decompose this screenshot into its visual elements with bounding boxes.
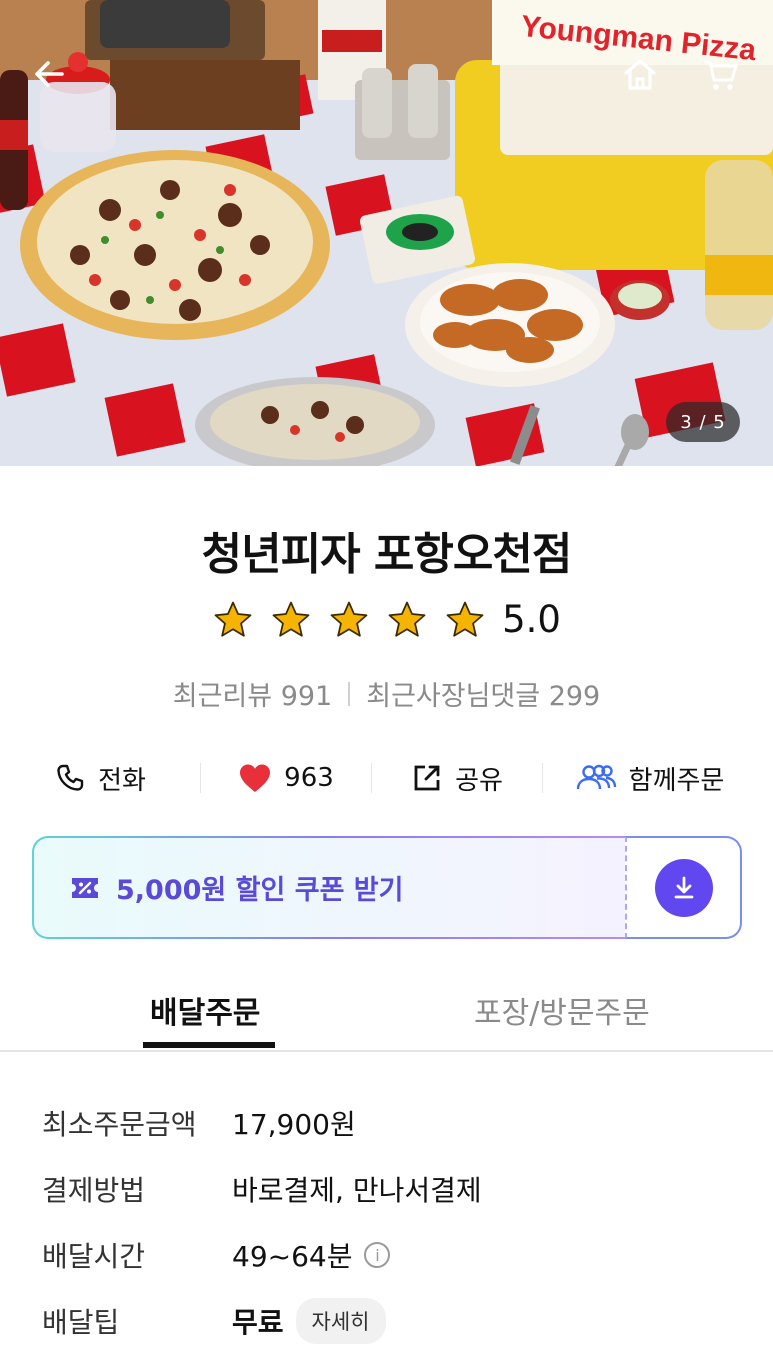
star-icon (214, 601, 252, 637)
tip-value: 무료 (232, 1306, 284, 1339)
action-bar: 전화 963 공유 함께주문 (0, 752, 773, 804)
star-rating (212, 599, 486, 641)
store-name: 청년피자 포항오천점 (201, 529, 573, 580)
cart-button[interactable] (693, 46, 749, 102)
min-order-label: 최소주문금액 (42, 1108, 197, 1141)
coupon-ticket-icon (72, 877, 98, 898)
min-order-value: 17,900원 (232, 1108, 356, 1141)
share-label: 공유 (455, 765, 503, 796)
delivery-time-label: 배달시간 (42, 1240, 146, 1273)
delivery-info: 최소주문금액 17,900원 결제방법 바로결제, 만나서결제 배달시간 49~… (42, 1090, 742, 1354)
tab-delivery[interactable]: 배달주문 (0, 980, 420, 1050)
group-users-icon (576, 764, 616, 790)
like-button[interactable]: 963 (201, 752, 371, 804)
owner-replies-link[interactable]: 최근사장님댓글 299 (366, 674, 600, 713)
active-tab-indicator (143, 1042, 275, 1048)
info-icon[interactable]: i (364, 1242, 391, 1268)
store-photo-carousel[interactable]: Youngman Pizza 3 / 5 (0, 0, 773, 466)
phone-icon (57, 764, 84, 791)
star-icon (446, 601, 484, 637)
back-arrow-icon (35, 61, 64, 87)
call-label: 전화 (98, 765, 146, 796)
star-icon (388, 601, 426, 637)
download-circle (654, 858, 713, 917)
info-row-tip: 배달팁 무료 자세히 (42, 1288, 742, 1354)
order-type-tabs: 배달주문 포장/방문주문 (0, 980, 773, 1052)
tip-label: 배달팁 (42, 1306, 120, 1339)
call-button[interactable]: 전화 (0, 752, 200, 804)
tab-pickup[interactable]: 포장/방문주문 (420, 980, 773, 1050)
star-icon (272, 601, 310, 637)
share-button[interactable]: 공유 (372, 752, 542, 804)
review-stats: 최근리뷰 991 최근사장님댓글 299 (0, 674, 773, 713)
coupon-download-button[interactable] (625, 836, 742, 939)
payment-label: 결제방법 (42, 1174, 146, 1207)
home-icon (624, 59, 656, 90)
recent-reviews-link[interactable]: 최근리뷰 991 (173, 674, 332, 713)
heart-icon (240, 764, 271, 792)
home-button[interactable] (612, 46, 668, 102)
coupon-label: 5,000원 할인 쿠폰 받기 (116, 875, 404, 906)
delivery-time-value: 49~64분 (232, 1240, 353, 1273)
divider (348, 681, 351, 706)
coupon-button[interactable]: 5,000원 할인 쿠폰 받기 (32, 836, 625, 939)
star-icon (330, 601, 368, 637)
rating-value: 5.0 (502, 598, 561, 641)
info-row-delivery-time: 배달시간 49~64분 i (42, 1222, 742, 1288)
info-row-payment: 결제방법 바로결제, 만나서결제 (42, 1156, 742, 1222)
rating-row: 5.0 (0, 598, 773, 641)
share-icon (414, 765, 440, 791)
group-order-label: 함께주문 (628, 765, 725, 796)
delivery-time-wrap: 49~64분 i (232, 1235, 391, 1275)
payment-value: 바로결제, 만나서결제 (232, 1174, 482, 1207)
tab-pickup-label: 포장/방문주문 (474, 996, 650, 1031)
back-button[interactable] (22, 46, 78, 102)
like-count: 963 (284, 763, 334, 793)
download-icon (674, 876, 693, 898)
info-row-min-order: 최소주문금액 17,900원 (42, 1090, 742, 1156)
coupon-banner: 5,000원 할인 쿠폰 받기 (32, 836, 742, 939)
photo-counter: 3 / 5 (666, 402, 740, 442)
tip-detail-button[interactable]: 자세히 (295, 1298, 386, 1344)
group-order-button[interactable]: 함께주문 (543, 752, 756, 804)
tip-wrap: 무료 자세히 (232, 1298, 386, 1344)
cart-icon (703, 60, 738, 90)
tab-delivery-label: 배달주문 (150, 996, 261, 1031)
